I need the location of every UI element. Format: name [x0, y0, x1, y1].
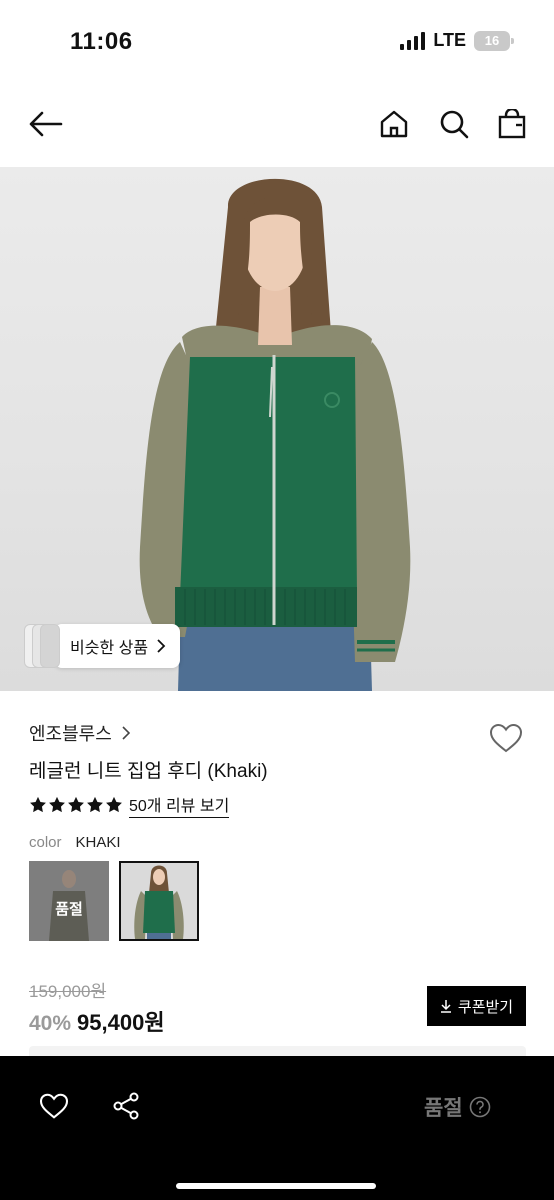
similar-products-button[interactable]: 비슷한 상품	[24, 624, 181, 668]
coupon-label: 쿠폰받기	[457, 998, 514, 1016]
sale-price: 95,400원	[77, 1010, 165, 1035]
share-icon	[113, 1092, 139, 1120]
home-button[interactable]	[372, 102, 416, 146]
share-button[interactable]	[104, 1084, 148, 1128]
product-photo	[139, 178, 411, 691]
heart-outline-icon	[489, 723, 523, 753]
chevron-right-icon	[157, 639, 166, 653]
top-navigation	[0, 90, 554, 166]
home-icon	[380, 110, 408, 138]
similar-thumbnails	[24, 624, 60, 668]
rating-row: 50개 리뷰 보기	[29, 792, 230, 818]
similar-products-pill[interactable]: 비슷한 상품	[54, 624, 181, 668]
shopping-bag-icon	[498, 109, 526, 139]
search-icon	[440, 110, 469, 139]
rating-stars	[29, 796, 123, 814]
search-button[interactable]	[432, 102, 476, 146]
signal-icon	[400, 31, 426, 50]
sold-out-status[interactable]: 품절	[424, 1092, 491, 1122]
question-circle-icon	[469, 1096, 490, 1118]
price-row: 40% 95,400원	[29, 1005, 165, 1037]
star-icon	[87, 796, 103, 813]
star-icon	[106, 796, 122, 813]
star-icon	[30, 796, 46, 813]
download-icon	[440, 1000, 451, 1013]
color-swatch-selected[interactable]	[119, 861, 199, 941]
heart-icon	[39, 1093, 69, 1119]
discount-rate: 40%	[29, 1012, 72, 1035]
color-swatch-soldout[interactable]: 품절	[29, 861, 109, 941]
color-label: color	[29, 834, 62, 851]
star-icon	[68, 796, 84, 813]
color-row: color KHAKI	[29, 834, 121, 851]
arrow-left-icon	[29, 111, 63, 137]
similar-products-label: 비슷한 상품	[70, 640, 149, 657]
battery-icon: 16	[474, 30, 514, 51]
wish-button[interactable]	[32, 1084, 76, 1128]
product-title: 레글런 니트 집업 후디 (Khaki)	[29, 761, 268, 782]
status-bar: 11:06 LTE 16	[0, 0, 554, 84]
wishlist-button[interactable]	[486, 718, 526, 758]
review-link[interactable]: 50개 리뷰 보기	[129, 792, 230, 818]
product-image[interactable]	[0, 167, 554, 691]
coupon-button[interactable]: 쿠폰받기	[427, 986, 526, 1026]
bottom-action-bar: 품절	[0, 1056, 554, 1200]
original-price: 159,000원	[29, 982, 107, 1001]
sold-out-badge: 품절	[29, 861, 109, 941]
status-indicators: LTE 16	[400, 30, 514, 51]
brand-name: 엔조블루스	[29, 724, 112, 744]
network-label: LTE	[433, 30, 466, 50]
cart-button[interactable]	[490, 102, 534, 146]
swatch-thumbnail	[121, 863, 197, 939]
sold-out-label: 품절	[424, 1097, 463, 1120]
battery-level: 16	[484, 33, 500, 48]
home-indicator[interactable]	[176, 1183, 376, 1189]
status-time: 11:06	[70, 28, 133, 55]
brand-link[interactable]: 엔조블루스	[29, 720, 130, 746]
star-icon	[49, 796, 65, 813]
chevron-right-icon	[122, 726, 130, 740]
back-button[interactable]	[24, 102, 68, 146]
color-value: KHAKI	[75, 834, 121, 851]
